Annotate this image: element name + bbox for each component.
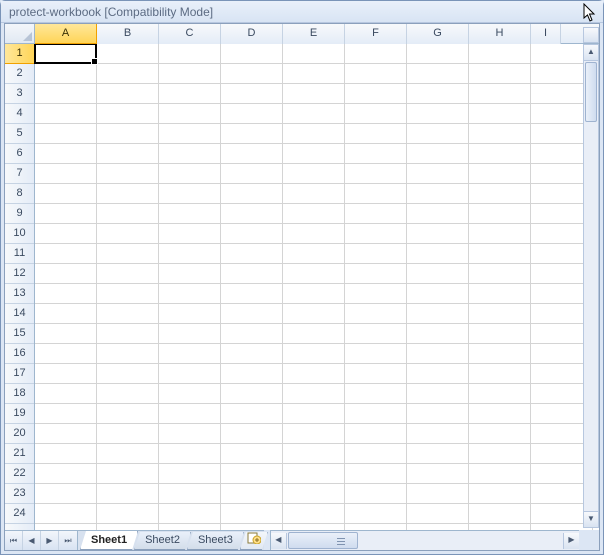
hscroll-thumb[interactable] [288,532,358,549]
vscroll-thumb[interactable] [585,62,597,122]
column-header-G[interactable]: G [407,24,469,44]
row-header-22[interactable]: 22 [5,464,34,484]
column-header-C[interactable]: C [159,24,221,44]
column-header-row: ABCDEFGHI [5,24,599,44]
window-title: protect-workbook [Compatibility Mode] [9,5,213,19]
row-header-11[interactable]: 11 [5,244,34,264]
sheet-tab-sheet1[interactable]: Sheet1 [80,531,138,550]
vscroll-down-button[interactable]: ▼ [584,511,598,527]
bottom-bar: ⏮ ◀ ▶ ⏭ Sheet1Sheet2Sheet3 ◀ ▶ [5,530,599,550]
column-header-A[interactable]: A [35,24,97,44]
gridlines [35,44,599,530]
row-headers: 123456789101112131415161718192021222324 [5,44,35,530]
row-header-18[interactable]: 18 [5,384,34,404]
row-header-13[interactable]: 13 [5,284,34,304]
row-header-16[interactable]: 16 [5,344,34,364]
row-header-7[interactable]: 7 [5,164,34,184]
grid-area: ABCDEFGHI 123456789101112131415161718192… [5,24,599,530]
active-cell-outline[interactable] [34,44,97,64]
column-header-I[interactable]: I [531,24,561,44]
column-header-H[interactable]: H [469,24,531,44]
horizontal-scrollbar[interactable]: ◀ ▶ [270,530,579,550]
row-header-19[interactable]: 19 [5,404,34,424]
spreadsheet-window: protect-workbook [Compatibility Mode] AB… [0,0,604,555]
vsplit-handle[interactable] [583,27,599,43]
row-header-24[interactable]: 24 [5,504,34,524]
vscroll-up-button[interactable]: ▲ [584,45,598,61]
hscroll-left-button[interactable]: ◀ [271,533,287,549]
row-header-3[interactable]: 3 [5,84,34,104]
column-headers: ABCDEFGHI [35,24,599,43]
nav-first-sheet[interactable]: ⏮ [5,531,23,550]
new-sheet-icon [247,532,261,544]
row-header-17[interactable]: 17 [5,364,34,384]
column-header-D[interactable]: D [221,24,283,44]
nav-next-sheet[interactable]: ▶ [41,531,59,550]
select-all-corner[interactable] [5,24,35,44]
row-header-14[interactable]: 14 [5,304,34,324]
row-header-15[interactable]: 15 [5,324,34,344]
new-sheet-tab[interactable] [240,532,268,550]
column-header-F[interactable]: F [345,24,407,44]
hscroll-right-button[interactable]: ▶ [563,533,579,549]
cells-area[interactable] [35,44,599,530]
row-header-1[interactable]: 1 [5,44,35,64]
row-header-8[interactable]: 8 [5,184,34,204]
row-header-23[interactable]: 23 [5,484,34,504]
nav-last-sheet[interactable]: ⏭ [59,531,77,550]
column-header-E[interactable]: E [283,24,345,44]
row-header-6[interactable]: 6 [5,144,34,164]
sheet-tabs: Sheet1Sheet2Sheet3 [78,530,264,550]
nav-prev-sheet[interactable]: ◀ [23,531,41,550]
vertical-scrollbar[interactable]: ▲ ▼ [583,44,599,528]
row-header-10[interactable]: 10 [5,224,34,244]
sheet-nav-buttons: ⏮ ◀ ▶ ⏭ [5,530,78,550]
grid-body: 123456789101112131415161718192021222324 [5,44,599,530]
row-header-21[interactable]: 21 [5,444,34,464]
sheet-tab-sheet3[interactable]: Sheet3 [187,532,244,550]
sheet-tab-sheet2[interactable]: Sheet2 [134,532,191,550]
workbook-content: ABCDEFGHI 123456789101112131415161718192… [4,23,600,551]
row-header-4[interactable]: 4 [5,104,34,124]
row-header-20[interactable]: 20 [5,424,34,444]
row-header-2[interactable]: 2 [5,64,34,84]
column-header-B[interactable]: B [97,24,159,44]
row-header-12[interactable]: 12 [5,264,34,284]
row-header-5[interactable]: 5 [5,124,34,144]
titlebar: protect-workbook [Compatibility Mode] [1,1,603,23]
row-header-9[interactable]: 9 [5,204,34,224]
